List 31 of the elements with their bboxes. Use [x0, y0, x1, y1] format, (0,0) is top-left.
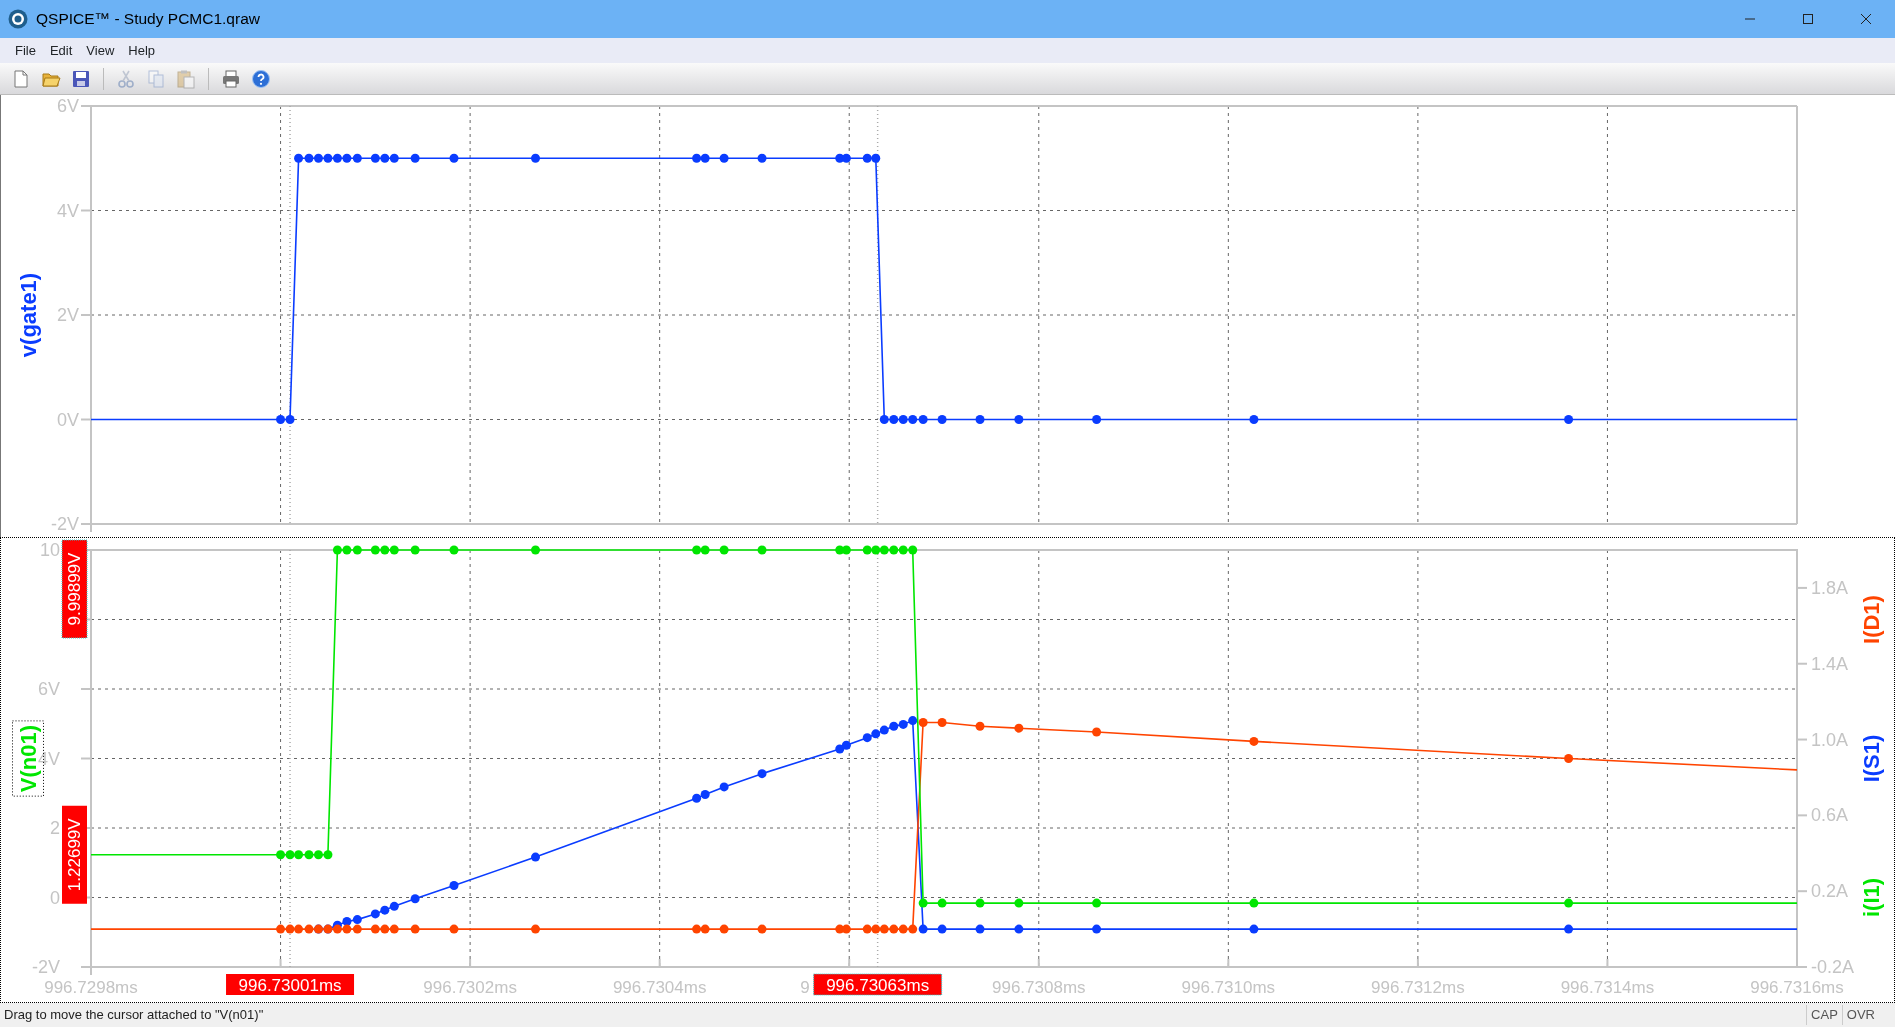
tick-label: 2V [56, 305, 79, 325]
tick-label: 1.8A [1811, 577, 1849, 598]
tick-label: 0V [56, 409, 79, 430]
status-message: Drag to move the cursor attached to "V(n01)" [4, 1006, 264, 1025]
tick-label: 0.2A [1811, 881, 1849, 902]
tick-label: 1.0A [1811, 729, 1849, 750]
tick-label: 0.6A [1811, 805, 1849, 826]
tick-label: 996.7302ms [423, 978, 517, 997]
tick-label: 2 [50, 818, 60, 838]
tick-label: 996.7308ms [992, 978, 1086, 997]
status-indicator: OVR [1841, 1005, 1879, 1025]
tick-label: 10 [39, 540, 60, 560]
tick-label: -2V [51, 514, 79, 534]
ref-line-label: 996.73063ms [826, 976, 930, 995]
tick-label: -0.2A [1811, 957, 1855, 977]
ref-line-label: 996.73001ms [238, 976, 342, 995]
status-indicator: CAP [1806, 1005, 1842, 1025]
tick-label: 996.7304ms [612, 978, 707, 997]
tick-label: 996.7312ms [1371, 978, 1465, 997]
tick-label: 996.7314ms [1560, 978, 1655, 997]
window-title: QSPICE™ - Study PCMC1.qraw [36, 9, 260, 30]
tick-label: 996.7310ms [1181, 978, 1276, 997]
tick-label: 4V [56, 200, 79, 221]
tick-label: -2V [32, 957, 60, 977]
tick-label: 6V [56, 96, 79, 116]
tick-label: 1.4A [1811, 653, 1849, 674]
tick-label: 0 [50, 887, 60, 908]
tick-label: 6V [37, 679, 60, 699]
tick-label: 9 [800, 978, 810, 997]
tick-label: 996.7298ms [44, 978, 138, 997]
tick-label: 996.7316ms [1750, 978, 1844, 997]
